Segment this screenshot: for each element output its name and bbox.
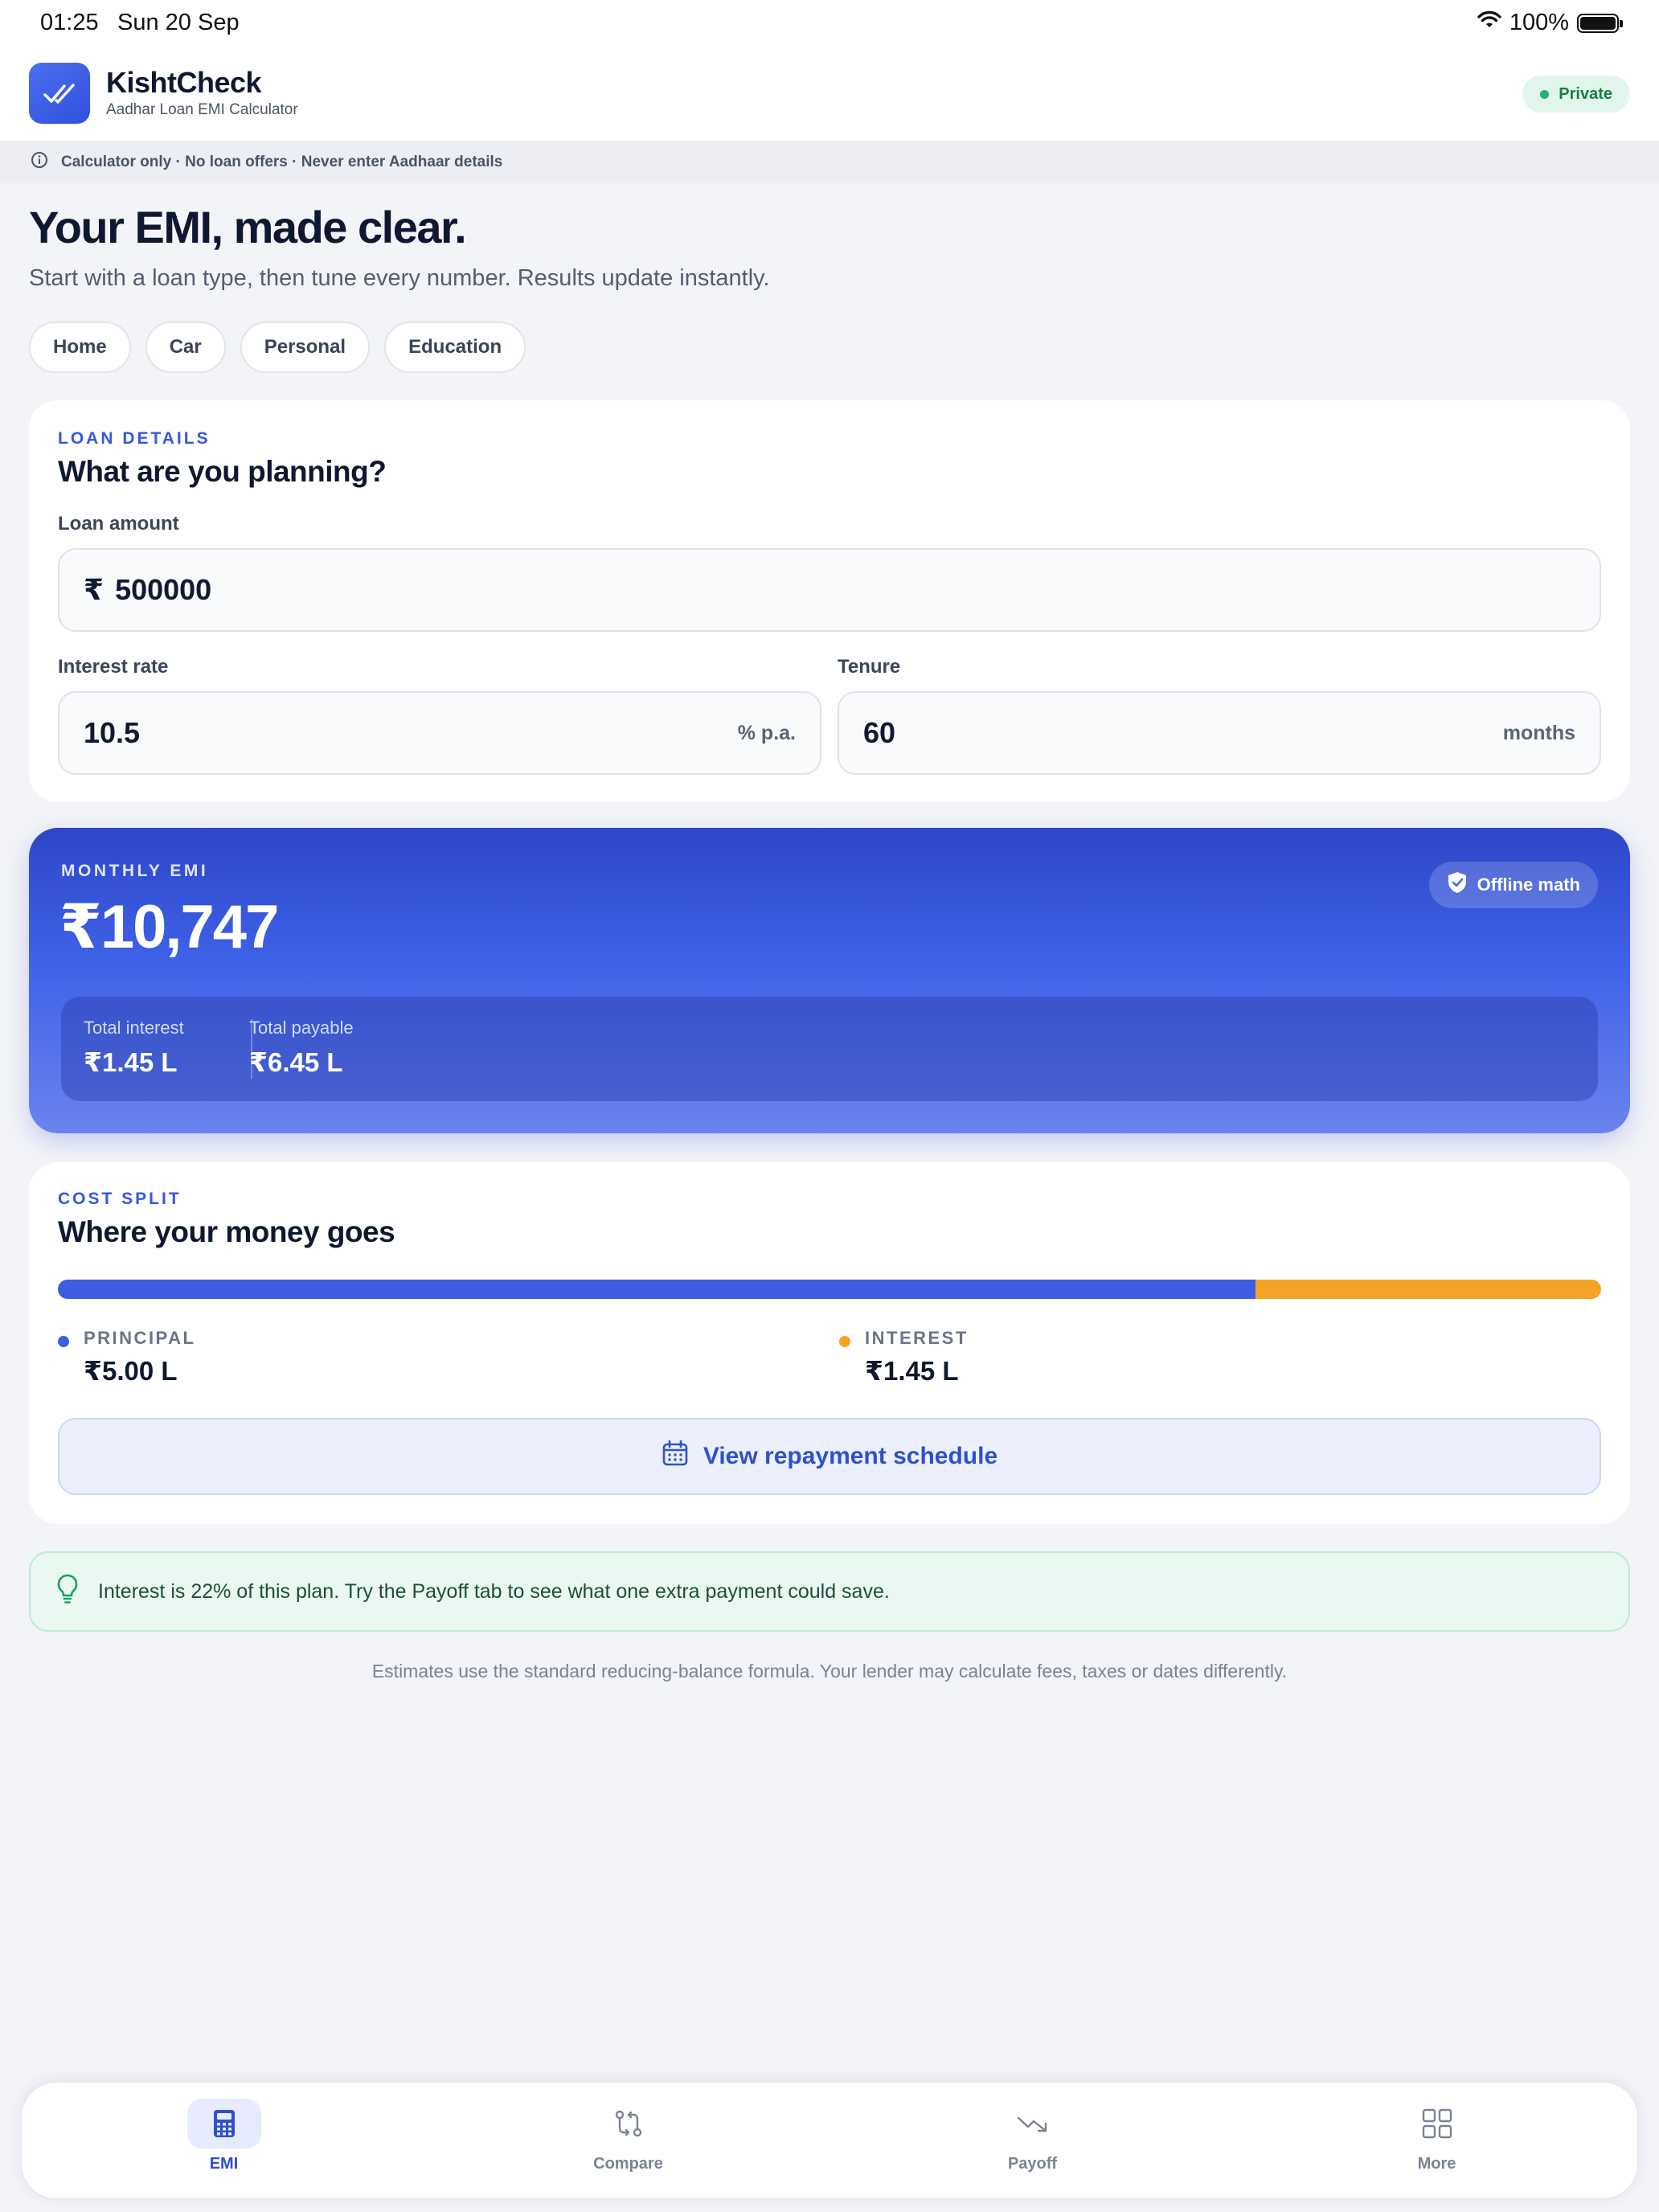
- principal-value: ₹5.00 L: [84, 1356, 178, 1386]
- offline-math-badge: Offline math: [1428, 862, 1598, 908]
- cost-split-title: Where your money goes: [58, 1215, 395, 1248]
- emi-summary: Total interest ₹1.45 L Total payable ₹6.…: [61, 997, 1598, 1101]
- battery-percent: 100%: [1509, 10, 1569, 35]
- wifi-icon: [1477, 10, 1501, 36]
- app-subtitle: Aadhar Loan EMI Calculator: [106, 101, 298, 118]
- chip-personal[interactable]: Personal: [240, 322, 371, 373]
- loan-details-title: What are you planning?: [58, 455, 387, 488]
- loan-amount-value: 500000: [115, 573, 212, 606]
- battery-icon: [1577, 13, 1623, 33]
- loan-details-eyebrow: LOAN DETAILS: [58, 429, 211, 448]
- total-payable-label: Total payable: [249, 1018, 354, 1038]
- page-title: Your EMI, made clear.: [29, 202, 467, 252]
- disclaimer: Estimates use the standard reducing-bala…: [371, 1661, 1288, 1682]
- emi-eyebrow: MONTHLY EMI: [61, 862, 209, 880]
- double-check-icon: [43, 84, 75, 104]
- status-dot: [1540, 89, 1550, 99]
- monthly-emi-card: MONTHLY EMI ₹10,747 Offline math Total i…: [29, 828, 1630, 1133]
- info-icon: [31, 151, 48, 174]
- total-payable-value: ₹6.45 L: [249, 1047, 343, 1077]
- notice-text: Calculator only · No loan offers · Never…: [61, 154, 503, 170]
- lightbulb-icon: [55, 1573, 80, 1611]
- private-badge-label: Private: [1559, 84, 1612, 103]
- compare-arrows-icon: [592, 2099, 666, 2149]
- interest-rate-label: Interest rate: [58, 656, 169, 678]
- principal-label: PRINCIPAL: [84, 1328, 196, 1348]
- trending-down-icon: [996, 2099, 1070, 2149]
- cost-split-bar: [58, 1280, 1601, 1299]
- principal-segment: [58, 1280, 1256, 1299]
- loan-amount-label: Loan amount: [58, 513, 179, 535]
- grid-icon: [1400, 2099, 1474, 2149]
- nav-more-label: More: [1417, 2155, 1456, 2173]
- tip-text: Interest is 22% of this plan. Try the Pa…: [98, 1579, 890, 1603]
- total-interest-value: ₹1.45 L: [84, 1047, 178, 1077]
- tip-banner: Interest is 22% of this plan. Try the Pa…: [29, 1551, 1630, 1632]
- private-badge: Private: [1522, 76, 1630, 113]
- status-date: Sun 20 Sep: [117, 10, 240, 35]
- nav-compare[interactable]: Compare: [426, 2083, 830, 2200]
- page-subtitle: Start with a loan type, then tune every …: [29, 265, 770, 291]
- app-logo: [29, 63, 90, 124]
- shield-check-icon: [1447, 871, 1468, 899]
- interest-rate-input[interactable]: 10.5 % p.a.: [58, 691, 821, 775]
- total-interest-label: Total interest: [84, 1018, 184, 1038]
- nav-compare-label: Compare: [593, 2155, 663, 2173]
- interest-legend-dot: [839, 1336, 850, 1347]
- tenure-unit: months: [1502, 721, 1575, 744]
- calculator-icon: [186, 2099, 261, 2149]
- view-schedule-label: View repayment schedule: [703, 1443, 998, 1469]
- interest-label: INTEREST: [865, 1328, 969, 1348]
- interest-rate-value: 10.5: [84, 716, 141, 749]
- interest-value: ₹1.45 L: [865, 1356, 959, 1386]
- bottom-nav: EMI Compare Payoff More: [21, 2082, 1638, 2199]
- interest-segment: [1255, 1280, 1601, 1299]
- offline-math-label: Offline math: [1477, 875, 1580, 895]
- nav-emi-label: EMI: [209, 2155, 239, 2173]
- tenure-value: 60: [863, 716, 896, 749]
- loan-amount-input[interactable]: ₹ 500000: [58, 548, 1601, 632]
- tenure-input[interactable]: 60 months: [838, 691, 1601, 775]
- calendar-icon: [662, 1440, 689, 1473]
- loan-type-chips: Home Car Personal Education: [29, 322, 526, 373]
- nav-more[interactable]: More: [1235, 2083, 1639, 2200]
- cost-split-eyebrow: COST SPLIT: [58, 1190, 182, 1208]
- currency-symbol: ₹: [84, 573, 104, 606]
- status-bar: 01:25 Sun 20 Sep 100%: [0, 0, 1659, 53]
- interest-rate-unit: % p.a.: [737, 721, 796, 744]
- loan-details-card: LOAN DETAILS What are you planning? Loan…: [29, 400, 1630, 802]
- tenure-label: Tenure: [838, 656, 901, 678]
- chip-education[interactable]: Education: [384, 322, 526, 373]
- cost-split-card: COST SPLIT Where your money goes PRINCIP…: [29, 1162, 1630, 1524]
- nav-payoff[interactable]: Payoff: [830, 2083, 1235, 2200]
- emi-value: ₹10,747: [59, 893, 279, 961]
- notice-bar: Calculator only · No loan offers · Never…: [0, 141, 1659, 183]
- status-indicators: 100%: [1477, 10, 1623, 36]
- app-name: KishtCheck: [106, 66, 262, 99]
- nav-payoff-label: Payoff: [1007, 2155, 1058, 2173]
- view-schedule-button[interactable]: View repayment schedule: [58, 1418, 1601, 1495]
- nav-emi[interactable]: EMI: [22, 2083, 426, 2200]
- app-header: KishtCheck Aadhar Loan EMI Calculator Pr…: [0, 53, 1659, 141]
- chip-car[interactable]: Car: [145, 322, 226, 373]
- chip-home[interactable]: Home: [29, 322, 131, 373]
- status-time: 01:25: [40, 10, 99, 35]
- principal-legend-dot: [58, 1336, 69, 1347]
